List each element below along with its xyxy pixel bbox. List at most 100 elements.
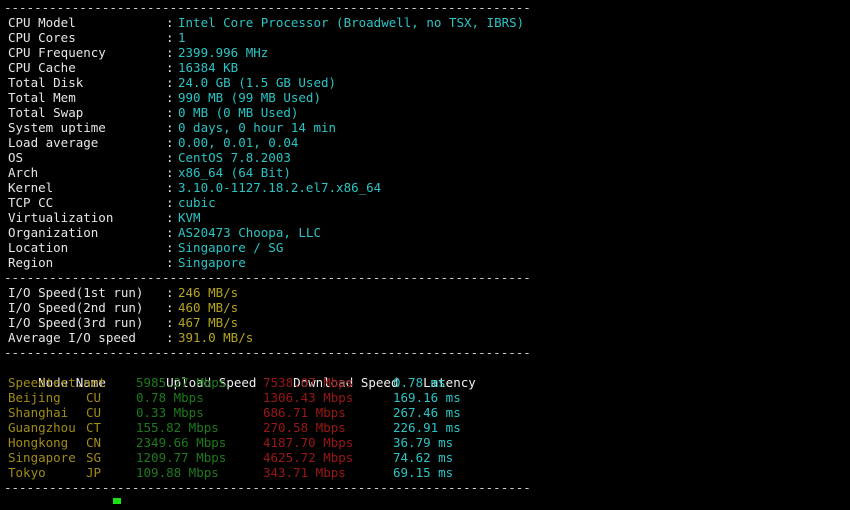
io-speed-label: Average I/O speed	[8, 330, 136, 345]
speedtest-latency: 0.78 ms	[393, 375, 446, 390]
speedtest-isp-code: CN	[86, 435, 102, 450]
sysinfo-colon: :	[166, 210, 174, 225]
speedtest-latency: 74.62 ms	[393, 450, 454, 465]
sysinfo-label: CPU Frequency	[8, 45, 106, 60]
sysinfo-value: x86_64 (64 Bit)	[178, 165, 291, 180]
speedtest-latency: 226.91 ms	[393, 420, 461, 435]
sysinfo-colon: :	[166, 240, 174, 255]
io-speed-colon: :	[166, 300, 174, 315]
speedtest-download-speed: 7538.07 Mbps	[263, 375, 354, 390]
speedtest-row: Hongkong CN 2349.66 Mbps 4187.70 Mbps 36.79 …	[0, 435, 850, 450]
speedtest-upload-speed: 5985.27 Mbps	[136, 375, 227, 390]
sysinfo-row: Total Swap:0 MB (0 MB Used)	[0, 105, 850, 120]
sysinfo-row: TCP CC: cubic	[0, 195, 850, 210]
sysinfo-value: 2399.996 MHz	[178, 45, 269, 60]
speedtest-node-name: Shanghai	[8, 405, 69, 420]
speedtest-isp-code: SG	[86, 450, 102, 465]
sysinfo-colon: :	[166, 165, 174, 180]
sysinfo-row: Location: Singapore / SG	[0, 240, 850, 255]
sysinfo-colon: :	[166, 180, 174, 195]
sysinfo-colon: :	[166, 75, 174, 90]
sysinfo-colon: :	[166, 150, 174, 165]
speedtest-latency: 36.79 ms	[393, 435, 454, 450]
sysinfo-value: CentOS 7.8.2003	[178, 150, 291, 165]
sysinfo-label: OS	[8, 150, 24, 165]
speedtest-download-speed: 4625.72 Mbps	[263, 450, 354, 465]
speedtest-isp-code: CU	[86, 405, 102, 420]
speedtest-rows: Speedtest.net 5985.27 Mbps 7538.07 Mbps 0.7…	[0, 375, 850, 480]
speedtest-upload-speed: 1209.77 Mbps	[136, 450, 227, 465]
sysinfo-row: Arch: x86_64 (64 Bit)	[0, 165, 850, 180]
speedtest-latency: 169.16 ms	[393, 390, 461, 405]
speedtest-upload-speed: 0.78 Mbps	[136, 390, 204, 405]
sysinfo-row: Kernel:3.10.0-1127.18.2.el7.x86_64	[0, 180, 850, 195]
sysinfo-label: CPU Cache	[8, 60, 76, 75]
sysinfo-row: Total Disk:24.0 GB (1.5 GB Used)	[0, 75, 850, 90]
sysinfo-colon: :	[166, 90, 174, 105]
sysinfo-label: TCP CC	[8, 195, 54, 210]
sysinfo-row: CPU Frequency:2399.996 MHz	[0, 45, 850, 60]
io-speed-row: I/O Speed(2nd run):460 MB/s	[0, 300, 850, 315]
speedtest-row: Tokyo JP 109.88 Mbps 343.71 Mbps 69.15 ms	[0, 465, 850, 480]
sysinfo-value: 0.00, 0.01, 0.04	[178, 135, 299, 150]
prompt-line	[0, 495, 850, 510]
system-info-section: CPU Model: Intel Core Processor (Broadwel…	[0, 15, 850, 270]
terminal-window: ----------------------------------------…	[0, 0, 850, 504]
io-speed-colon: :	[166, 285, 174, 300]
sysinfo-value: 16384 KB	[178, 60, 239, 75]
speedtest-node-name: Beijing	[8, 390, 61, 405]
speedtest-node-name: Hongkong	[8, 435, 69, 450]
sysinfo-colon: :	[166, 60, 174, 75]
terminal-cursor[interactable]	[113, 498, 121, 504]
separator-bottom: ----------------------------------------…	[4, 480, 531, 495]
speedtest-upload-speed: 155.82 Mbps	[136, 420, 219, 435]
speedtest-row: Speedtest.net 5985.27 Mbps 7538.07 Mbps 0.7…	[0, 375, 850, 390]
speedtest-node-name: Guangzhou	[8, 420, 76, 435]
sysinfo-label: Arch	[8, 165, 39, 180]
sysinfo-label: Virtualization	[8, 210, 114, 225]
io-speed-label: I/O Speed(2nd run)	[8, 300, 144, 315]
sysinfo-label: CPU Cores	[8, 30, 76, 45]
speedtest-upload-speed: 0.33 Mbps	[136, 405, 204, 420]
io-speed-value: 246 MB/s	[178, 285, 239, 300]
speedtest-latency: 267.46 ms	[393, 405, 461, 420]
sysinfo-label: Location	[8, 240, 69, 255]
sysinfo-row: Virtualization: KVM	[0, 210, 850, 225]
io-speed-value: 467 MB/s	[178, 315, 239, 330]
sysinfo-value: 990 MB (99 MB Used)	[178, 90, 321, 105]
sysinfo-label: CPU Model	[8, 15, 76, 30]
speedtest-row: Shanghai CU 0.33 Mbps 686.71 Mbps 267.46 ms	[0, 405, 850, 420]
sysinfo-value: Singapore	[178, 255, 246, 270]
sysinfo-row: Region: Singapore	[0, 255, 850, 270]
sysinfo-label: Total Swap	[8, 105, 84, 120]
speedtest-row: Singapore SG 1209.77 Mbps 4625.72 Mbps 74.62…	[0, 450, 850, 465]
separator-after-sysinfo: ----------------------------------------…	[4, 270, 531, 285]
sysinfo-label: Kernel	[8, 180, 54, 195]
sysinfo-row: CPU Cache:16384 KB	[0, 60, 850, 75]
sysinfo-value: Singapore / SG	[178, 240, 284, 255]
sysinfo-row: Load average:0.00, 0.01, 0.04	[0, 135, 850, 150]
speedtest-isp-code: CU	[86, 390, 102, 405]
speedtest-node-name: Singapore	[8, 450, 76, 465]
speedtest-header-row: Node Name Upload Speed Download Speed Laten…	[0, 360, 850, 390]
sysinfo-value: 0 MB (0 MB Used)	[178, 105, 299, 120]
io-speed-value: 391.0 MB/s	[178, 330, 254, 345]
io-speed-label: I/O Speed(1st run)	[8, 285, 144, 300]
speedtest-download-speed: 270.58 Mbps	[263, 420, 346, 435]
sysinfo-label: Load average	[8, 135, 99, 150]
sysinfo-colon: :	[166, 120, 174, 135]
sysinfo-label: Organization	[8, 225, 99, 240]
separator-top: ----------------------------------------…	[4, 0, 531, 15]
io-speed-section: I/O Speed(1st run):246 MB/s I/O Speed(2nd…	[0, 285, 850, 345]
sysinfo-colon: :	[166, 195, 174, 210]
sysinfo-value: Intel Core Processor (Broadwell, no TSX,…	[178, 15, 525, 30]
sysinfo-label: Total Disk	[8, 75, 84, 90]
sysinfo-row: Total Mem:990 MB (99 MB Used)	[0, 90, 850, 105]
sysinfo-row: OS: CentOS 7.8.2003	[0, 150, 850, 165]
speedtest-row: Beijing CU 0.78 Mbps 1306.43 Mbps 169.16 ms	[0, 390, 850, 405]
sysinfo-value: 0 days, 0 hour 14 min	[178, 120, 337, 135]
speedtest-download-speed: 343.71 Mbps	[263, 465, 346, 480]
speedtest-node-name: Tokyo	[8, 465, 46, 480]
io-speed-colon: :	[166, 315, 174, 330]
sysinfo-row: CPU Model: Intel Core Processor (Broadwel…	[0, 15, 850, 30]
